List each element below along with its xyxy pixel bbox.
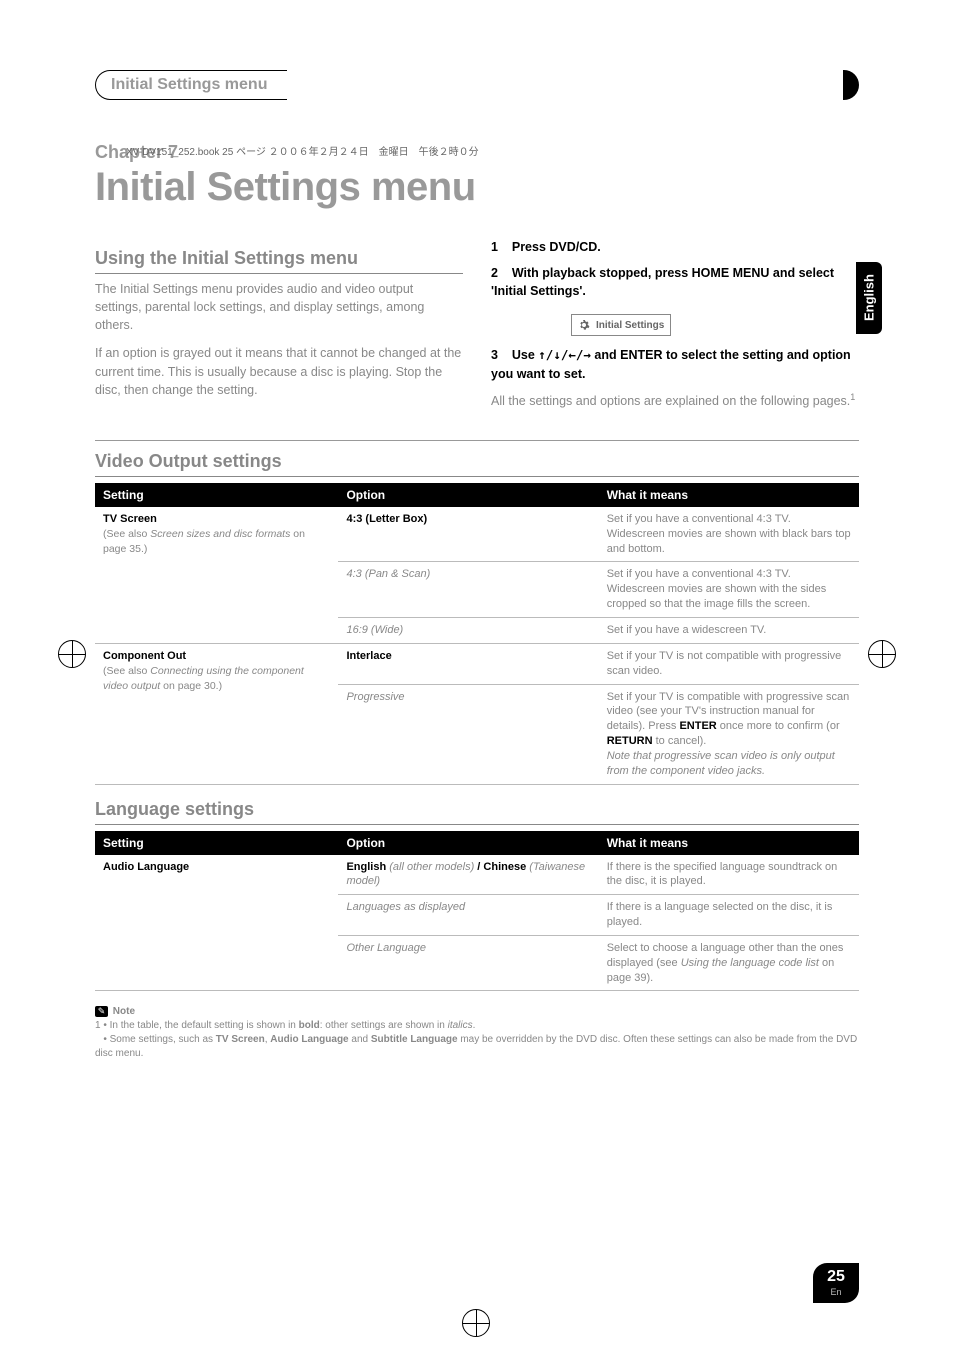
step-number: 3 bbox=[491, 348, 498, 362]
step-number: 1 bbox=[491, 240, 498, 254]
step-text: With playback stopped, press HOME MENU a… bbox=[491, 266, 834, 298]
col-header: What it means bbox=[599, 483, 859, 507]
registration-mark bbox=[58, 640, 86, 668]
option-meaning: If there is the specified language sound… bbox=[599, 855, 859, 895]
initial-settings-diagram: Initial Settings bbox=[571, 314, 671, 336]
option-meaning: Set if your TV is compatible with progre… bbox=[599, 684, 859, 784]
option-meaning: Set if your TV is not compatible with pr… bbox=[599, 643, 859, 684]
arrow-keys: ↑/↓/←/→ bbox=[538, 347, 591, 362]
right-column: 1 Press DVD/CD. 2 With playback stopped,… bbox=[491, 238, 859, 420]
step-line: 3 Use ↑/↓/←/→ and ENTER to select the se… bbox=[491, 346, 859, 382]
note-icon: ✎ bbox=[95, 1006, 108, 1017]
separator bbox=[95, 440, 859, 441]
table-row: Audio Language English (all other models… bbox=[95, 855, 859, 895]
note-label: Note bbox=[113, 1006, 135, 1017]
gear-icon bbox=[578, 319, 590, 331]
option-meaning: Set if you have a conventional 4:3 TV. W… bbox=[599, 507, 859, 562]
col-header: Setting bbox=[95, 483, 338, 507]
page-title: Initial Settings menu bbox=[95, 165, 859, 210]
page-number-badge: 25 En bbox=[813, 1263, 859, 1303]
body-paragraph: If an option is grayed out it means that… bbox=[95, 344, 463, 398]
option-value: 4:3 (Letter Box) bbox=[346, 513, 427, 525]
page-lang: En bbox=[830, 1287, 841, 1297]
option-value: Languages as displayed bbox=[346, 901, 465, 913]
option-meaning: Set if you have a conventional 4:3 TV. W… bbox=[599, 562, 859, 618]
header-number-tab: 07 bbox=[803, 70, 859, 100]
step-text: Use bbox=[512, 348, 538, 362]
table-row: Component Out (See also Connecting using… bbox=[95, 643, 859, 684]
body-paragraph: The Initial Settings menu provides audio… bbox=[95, 280, 463, 334]
registration-mark bbox=[868, 640, 896, 668]
col-header: Setting bbox=[95, 831, 338, 855]
option-value: Interlace bbox=[346, 650, 391, 662]
body-paragraph: All the settings and options are explain… bbox=[491, 391, 859, 410]
option-value: Progressive bbox=[346, 691, 404, 703]
option-value: 16:9 (Wide) bbox=[346, 624, 403, 636]
col-header: Option bbox=[338, 831, 598, 855]
col-header: What it means bbox=[599, 831, 859, 855]
header-section-title: Initial Settings menu bbox=[111, 76, 267, 94]
video-output-table: Setting Option What it means TV Screen (… bbox=[95, 483, 859, 785]
col-header: Option bbox=[338, 483, 598, 507]
footnote-ref: 1 bbox=[850, 392, 855, 402]
setting-label: TV Screen bbox=[103, 513, 157, 525]
page-header: Initial Settings menu 07 bbox=[95, 70, 859, 100]
option-value: 4:3 (Pan & Scan) bbox=[346, 568, 430, 580]
step-text: Press DVD/CD. bbox=[512, 240, 601, 254]
option-meaning: Select to choose a language other than t… bbox=[599, 935, 859, 991]
step-line: 1 Press DVD/CD. bbox=[491, 238, 859, 256]
section-heading: Video Output settings bbox=[95, 451, 859, 477]
option-value: English (all other models) / Chinese (Ta… bbox=[338, 855, 598, 895]
setting-label: Component Out bbox=[103, 650, 186, 662]
language-side-tab: English bbox=[856, 262, 882, 334]
page-number: 25 bbox=[827, 1269, 845, 1285]
setting-label: Audio Language bbox=[103, 861, 189, 873]
language-settings-table: Setting Option What it means Audio Langu… bbox=[95, 831, 859, 992]
header-section-tab: Initial Settings menu bbox=[95, 70, 327, 100]
registration-mark bbox=[462, 1309, 490, 1337]
section-heading: Using the Initial Settings menu bbox=[95, 248, 463, 274]
option-meaning: If there is a language selected on the d… bbox=[599, 895, 859, 936]
step-number: 2 bbox=[491, 266, 498, 280]
left-column: Using the Initial Settings menu The Init… bbox=[95, 238, 463, 420]
note-block: ✎ Note 1 • In the table, the default set… bbox=[95, 1005, 859, 1061]
option-value: Other Language bbox=[346, 942, 426, 954]
diagram-label: Initial Settings bbox=[596, 320, 664, 331]
step-line: 2 With playback stopped, press HOME MENU… bbox=[491, 264, 859, 300]
section-heading: Language settings bbox=[95, 799, 859, 825]
header-section-number: 07 bbox=[820, 74, 842, 97]
table-row: TV Screen (See also Screen sizes and dis… bbox=[95, 507, 859, 562]
option-meaning: Set if you have a widescreen TV. bbox=[599, 617, 859, 643]
bookmark-text: XV-DV151_252.book 25 ページ ２００６年２月２４日 金曜日 … bbox=[126, 143, 479, 158]
